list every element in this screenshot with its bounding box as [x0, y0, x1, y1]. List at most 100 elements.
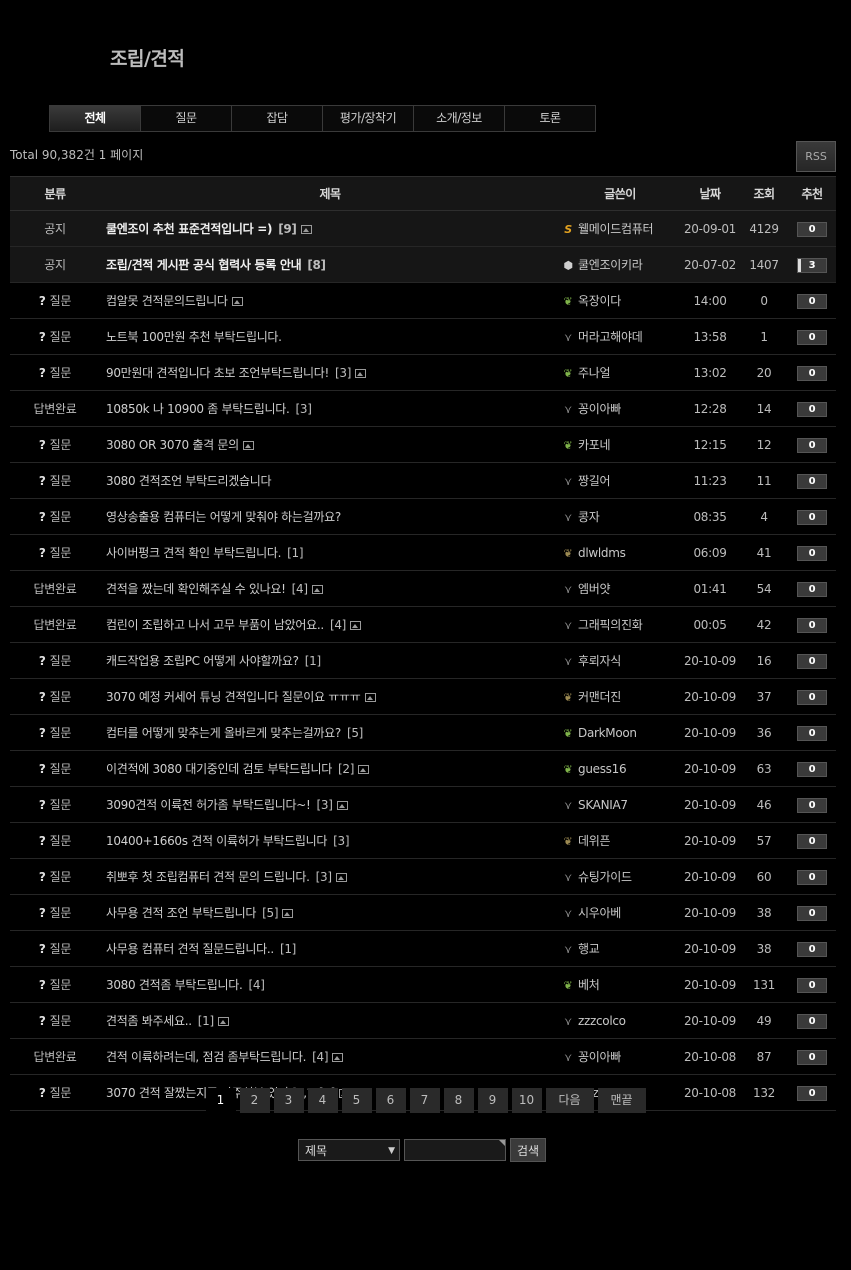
notice-row[interactable]: 공지 쿨엔조이 추천 표준견적입니다 =) [9] S 웰메이드컴퓨터 20-09-01 4…	[10, 210, 836, 247]
comment-count[interactable]: [5]	[347, 726, 363, 740]
post-title-link[interactable]: 노트북 100만원 추천 부탁드립니다.	[106, 330, 282, 344]
author-cell[interactable]: ⋎ SKANIA7	[560, 786, 680, 823]
col-views[interactable]: 조회	[740, 176, 788, 211]
page-4[interactable]: 4	[307, 1088, 338, 1113]
author-name[interactable]: 그래픽의진화	[578, 618, 643, 632]
post-title-link[interactable]: 영상송출용 컴퓨터는 어떻게 맞춰야 하는걸까요?	[106, 510, 341, 524]
author-cell[interactable]: ⋎ 그래픽의진화	[560, 606, 680, 643]
comment-count[interactable]: [4]	[249, 978, 265, 992]
category-cell[interactable]: ? 질문	[10, 858, 100, 895]
post-title-link[interactable]: 10400+1660s 견적 이륙허가 부탁드립니다	[106, 834, 327, 848]
page-9[interactable]: 9	[477, 1088, 508, 1113]
author-name[interactable]: 엠버얏	[578, 582, 611, 596]
tab-question[interactable]: 질문	[141, 106, 232, 131]
comment-count[interactable]: [3]	[335, 366, 351, 380]
category-cell[interactable]: ? 질문	[10, 1002, 100, 1039]
category-cell[interactable]: ? 질문	[10, 642, 100, 679]
category-cell[interactable]: 공지	[10, 246, 100, 283]
post-title-link[interactable]: 사이버펑크 견적 확인 부탁드립니다.	[106, 546, 281, 560]
comment-count[interactable]: [4]	[312, 1050, 328, 1064]
author-cell[interactable]: ⋎ 꽁이아빠	[560, 390, 680, 427]
author-name[interactable]: 옥장이다	[578, 294, 621, 308]
author-name[interactable]: 머라고해야데	[578, 330, 643, 344]
category-cell[interactable]: ? 질문	[10, 498, 100, 535]
page-7[interactable]: 7	[409, 1088, 440, 1113]
category-cell[interactable]: ? 질문	[10, 534, 100, 571]
table-row[interactable]: ? 질문 사이버펑크 견적 확인 부탁드립니다. [1] ❦ dlwldms 06:09 41…	[10, 534, 836, 571]
comment-count[interactable]: [4]	[292, 582, 308, 596]
category-cell[interactable]: ? 질문	[10, 786, 100, 823]
col-date[interactable]: 날짜	[680, 176, 740, 211]
post-title-link[interactable]: 캐드작업용 조립PC 어떻게 사야할까요?	[106, 654, 299, 668]
author-name[interactable]: 슈팅가이드	[578, 870, 632, 884]
author-cell[interactable]: ⋎ 후뢰자식	[560, 642, 680, 679]
comment-count[interactable]: [1]	[287, 546, 303, 560]
author-cell[interactable]: ❦ guess16	[560, 750, 680, 787]
table-row[interactable]: ? 질문 견적좀 봐주세요.. [1] ⋎ zzzcolco 20-10-09 49 0	[10, 1002, 836, 1039]
category-cell[interactable]: ? 질문	[10, 930, 100, 967]
table-row[interactable]: ? 질문 3080 견적좀 부탁드립니다. [4] ❦ 베처 20-10-09 131 0	[10, 966, 836, 1003]
next-page-button[interactable]: 다음	[545, 1088, 594, 1113]
search-field-select[interactable]: 제목 ▼	[298, 1139, 400, 1161]
author-cell[interactable]: ⬢ 쿨엔조이키라	[560, 246, 680, 283]
category-cell[interactable]: 답변완료	[10, 606, 100, 643]
post-title-link[interactable]: 컴터를 어떻게 맞추는게 올바르게 맞추는걸까요?	[106, 726, 341, 740]
author-name[interactable]: SKANIA7	[578, 798, 628, 812]
comment-count[interactable]: [2]	[338, 762, 354, 776]
author-cell[interactable]: ⋎ 머라고해야데	[560, 318, 680, 355]
comment-count[interactable]: [1]	[305, 654, 321, 668]
table-row[interactable]: ? 질문 컴알못 견적문의드립니다 ❦ 옥장이다 14:00 0 0	[10, 282, 836, 319]
comment-count[interactable]: [3]	[333, 834, 349, 848]
author-name[interactable]: guess16	[578, 762, 627, 776]
post-title-link[interactable]: 3090견적 이륙전 허가좀 부탁드립니다~!	[106, 798, 311, 812]
post-title-link[interactable]: 90만원대 견적입니다 초보 조언부탁드립니다!	[106, 366, 329, 380]
author-name[interactable]: 꽁이아빠	[578, 1050, 621, 1064]
category-cell[interactable]: 답변완료	[10, 390, 100, 427]
table-row[interactable]: ? 질문 컴터를 어떻게 맞추는게 올바르게 맞추는걸까요? [5] ❦ DarkMoon…	[10, 714, 836, 751]
comment-count[interactable]: [8]	[307, 258, 326, 272]
author-name[interactable]: DarkMoon	[578, 726, 637, 740]
comment-count[interactable]: [1]	[280, 942, 296, 956]
col-subject[interactable]: 제목	[100, 176, 560, 211]
page-3[interactable]: 3	[273, 1088, 304, 1113]
table-row[interactable]: 답변완료 컴린이 조립하고 나서 고무 부품이 남았어요.. [4] ⋎ 그래픽의진화 0…	[10, 606, 836, 643]
page-5[interactable]: 5	[341, 1088, 372, 1113]
post-title-link[interactable]: 컴알못 견적문의드립니다	[106, 294, 228, 308]
author-name[interactable]: 웰메이드컴퓨터	[578, 222, 653, 236]
author-cell[interactable]: ⋎ 짱길어	[560, 462, 680, 499]
table-row[interactable]: 답변완료 견적 이륙하려는데, 점검 좀부탁드립니다. [4] ⋎ 꽁이아빠 20-10-…	[10, 1038, 836, 1075]
author-cell[interactable]: ⋎ 엠버얏	[560, 570, 680, 607]
author-name[interactable]: 주나얼	[578, 366, 611, 380]
category-cell[interactable]: ? 질문	[10, 354, 100, 391]
comment-count[interactable]: [1]	[198, 1014, 214, 1028]
rss-button[interactable]: RSS	[796, 141, 836, 172]
comment-count[interactable]: [9]	[278, 222, 297, 236]
post-title-link[interactable]: 3080 OR 3070 출격 문의	[106, 438, 239, 452]
table-row[interactable]: ? 질문 3090견적 이륙전 허가좀 부탁드립니다~! [3] ⋎ SKANIA7 20-…	[10, 786, 836, 823]
comment-count[interactable]: [3]	[316, 870, 332, 884]
tab-review[interactable]: 평가/장착기	[323, 106, 414, 131]
comment-count[interactable]: [3]	[317, 798, 333, 812]
post-title-link[interactable]: 견적좀 봐주세요..	[106, 1014, 192, 1028]
author-cell[interactable]: ❦ 카포네	[560, 426, 680, 463]
comment-count[interactable]: [3]	[296, 402, 312, 416]
author-cell[interactable]: ⋎ 행교	[560, 930, 680, 967]
author-name[interactable]: 쿨엔조이키라	[578, 258, 643, 272]
table-row[interactable]: ? 질문 사무용 견적 조언 부탁드립니다 [5] ⋎ 시우아베 20-10-09 38 0	[10, 894, 836, 931]
search-button[interactable]: 검색	[510, 1138, 546, 1162]
category-cell[interactable]: 답변완료	[10, 1038, 100, 1075]
search-input[interactable]	[404, 1139, 506, 1161]
author-cell[interactable]: ⋎ zzzcolco	[560, 1002, 680, 1039]
page-10[interactable]: 10	[511, 1088, 542, 1113]
post-title-link[interactable]: 견적을 짰는데 확인해주실 수 있나요!	[106, 582, 286, 596]
category-cell[interactable]: ? 질문	[10, 894, 100, 931]
post-title-link[interactable]: 사무용 견적 조언 부탁드립니다	[106, 906, 256, 920]
post-title-link[interactable]: 컴린이 조립하고 나서 고무 부품이 남았어요..	[106, 618, 324, 632]
category-cell[interactable]: ? 질문	[10, 966, 100, 1003]
author-cell[interactable]: ⋎ 콩자	[560, 498, 680, 535]
last-page-button[interactable]: 맨끝	[597, 1088, 646, 1113]
post-title-link[interactable]: 10850k 나 10900 좀 부탁드립니다.	[106, 402, 290, 416]
page-8[interactable]: 8	[443, 1088, 474, 1113]
post-title-link[interactable]: 견적 이륙하려는데, 점검 좀부탁드립니다.	[106, 1050, 306, 1064]
author-cell[interactable]: ❦ 데위픈	[560, 822, 680, 859]
